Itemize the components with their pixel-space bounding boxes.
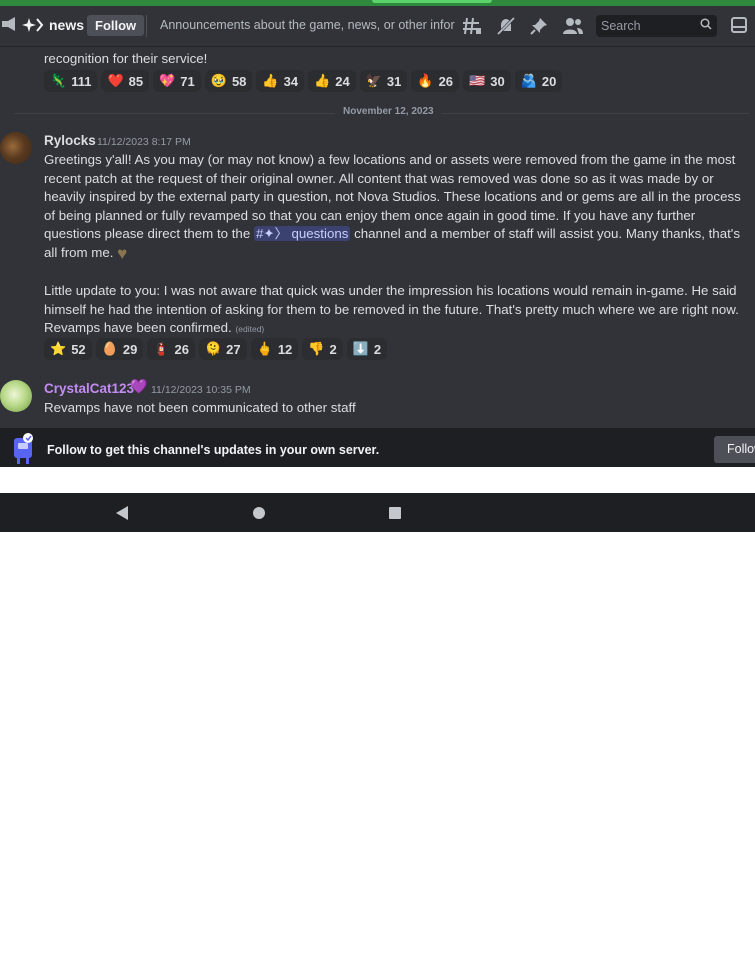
server-follow-icon xyxy=(10,432,38,466)
search-placeholder: Search xyxy=(601,19,641,33)
reaction-emoji-icon: 👎 xyxy=(308,341,325,356)
follow-banner-button[interactable]: Follow xyxy=(714,436,755,463)
rylocks-reactions: ⭐ 52 🥚 29 🧯 26 🫠 27 🖕 12 👎 2 ⬇️ 2 xyxy=(44,338,388,360)
reaction-emoji-icon: 🥚 xyxy=(101,341,118,356)
reaction-button[interactable]: 🧯 26 xyxy=(147,338,195,360)
message-body-crystalcat: Revamps have not been communicated to ot… xyxy=(44,400,356,415)
reaction-button[interactable]: 🦅 31 xyxy=(359,70,408,92)
reaction-count: 31 xyxy=(386,73,402,89)
reaction-emoji-icon: 🧯 xyxy=(153,341,170,356)
reaction-button[interactable]: 🦎 111 xyxy=(44,70,98,92)
reaction-count: 52 xyxy=(71,341,86,357)
reaction-emoji-icon: 🦅 xyxy=(365,73,382,88)
previous-message-reactions: 🦎 111 ❤️ 85 💖 71 🥹 58 👍 34 👍 24 🦅 31 🔥 26 🇺🇸 30 🫂 20 xyxy=(44,70,563,92)
avatar-crystalcat[interactable] xyxy=(0,380,32,412)
reaction-button[interactable]: ❤️ 85 xyxy=(101,70,150,92)
reaction-button[interactable]: 🔥 26 xyxy=(411,70,460,92)
reaction-emoji-icon: 🖕 xyxy=(256,341,273,356)
purple-heart-badge-icon: 💜 xyxy=(130,378,148,394)
avatar-rylocks[interactable] xyxy=(0,132,32,164)
android-nav-bar xyxy=(0,493,755,532)
reaction-button[interactable]: 🫠 27 xyxy=(198,338,247,360)
reaction-button[interactable]: ⭐ 52 xyxy=(44,338,92,360)
members-icon[interactable] xyxy=(562,16,583,36)
author-crystalcat[interactable]: CrystalCat123 xyxy=(44,381,134,396)
previous-message-tail: recognition for their service! xyxy=(44,51,208,66)
reaction-count: 71 xyxy=(180,73,195,89)
reaction-emoji-icon: 👍 xyxy=(314,73,331,88)
home-icon[interactable] xyxy=(253,507,265,519)
edited-label: (edited) xyxy=(235,324,265,334)
reaction-count: 27 xyxy=(226,341,241,357)
reaction-button[interactable]: 🥚 29 xyxy=(95,338,144,360)
reaction-emoji-icon: 🦎 xyxy=(50,73,67,88)
reaction-button[interactable]: 🖕 12 xyxy=(250,338,299,360)
timestamp-crystalcat: 11/12/2023 10:35 PM xyxy=(151,384,251,396)
reaction-count: 29 xyxy=(122,341,138,357)
follow-channel-banner: Follow to get this channel's updates in … xyxy=(0,428,755,467)
reaction-button[interactable]: ⬇️ 2 xyxy=(346,338,388,360)
brown-heart-icon: ♥ xyxy=(117,243,128,263)
follow-banner-text: Follow to get this channel's updates in … xyxy=(47,443,380,457)
reaction-count: 2 xyxy=(373,341,382,357)
reaction-button[interactable]: 👎 2 xyxy=(302,338,343,360)
reaction-count: 26 xyxy=(174,341,189,357)
reaction-emoji-icon: 🫂 xyxy=(520,73,537,88)
discord-app: news Follow Announcements about the game… xyxy=(0,6,755,467)
reaction-emoji-icon: 💖 xyxy=(159,73,176,88)
header-divider xyxy=(146,15,147,37)
threads-icon[interactable] xyxy=(462,16,482,36)
reaction-count: 34 xyxy=(283,73,299,89)
recents-icon[interactable] xyxy=(389,507,401,519)
author-rylocks[interactable]: Rylocks xyxy=(44,133,96,148)
reaction-count: 2 xyxy=(329,341,337,357)
reaction-emoji-icon: ⭐ xyxy=(50,341,67,356)
reaction-button[interactable]: 🫂 20 xyxy=(514,70,563,92)
reaction-count: 30 xyxy=(490,73,505,89)
pin-icon[interactable] xyxy=(529,16,549,36)
reaction-count: 26 xyxy=(438,73,454,89)
channel-header: news Follow Announcements about the game… xyxy=(0,6,755,47)
reaction-count: 58 xyxy=(231,73,247,89)
timestamp-rylocks: 11/12/2023 8:17 PM xyxy=(97,136,191,148)
reaction-emoji-icon: 🥹 xyxy=(210,73,227,88)
reaction-emoji-icon: ❤️ xyxy=(107,73,124,88)
reaction-emoji-icon: 🇺🇸 xyxy=(469,73,486,88)
megaphone-icon xyxy=(0,16,20,36)
reaction-count: 20 xyxy=(541,73,557,89)
status-pill xyxy=(372,0,492,3)
reaction-count: 12 xyxy=(277,341,293,357)
message-text-update: Little update to you: I was not aware th… xyxy=(44,283,739,335)
reaction-emoji-icon: 🔥 xyxy=(417,73,434,88)
header-follow-button[interactable]: Follow xyxy=(87,15,145,36)
search-input[interactable]: Search xyxy=(596,15,717,37)
reaction-button[interactable]: 👍 34 xyxy=(256,70,305,92)
search-icon xyxy=(700,18,712,33)
message-body-rylocks: Greetings y'all! As you may (or may not … xyxy=(44,151,744,263)
inbox-icon[interactable] xyxy=(731,17,747,33)
reaction-button[interactable]: 💖 71 xyxy=(153,70,201,92)
reaction-button[interactable]: 👍 24 xyxy=(308,70,356,92)
back-icon[interactable] xyxy=(116,506,128,520)
date-divider: November 12, 2023 xyxy=(0,106,755,117)
sparkle-chevron-icon xyxy=(22,16,44,36)
message-body-rylocks-update: Little update to you: I was not aware th… xyxy=(44,282,744,339)
reaction-emoji-icon: 🫠 xyxy=(204,341,222,356)
reaction-count: 24 xyxy=(335,73,350,89)
reaction-count: 85 xyxy=(128,73,144,89)
reaction-button[interactable]: 🥹 58 xyxy=(204,70,253,92)
date-divider-label: November 12, 2023 xyxy=(335,106,442,117)
mute-bell-icon[interactable] xyxy=(496,16,516,36)
reaction-button[interactable]: 🇺🇸 30 xyxy=(463,70,511,92)
reaction-emoji-icon: 👍 xyxy=(262,73,279,88)
reaction-count: 111 xyxy=(71,73,92,89)
reaction-emoji-icon: ⬇️ xyxy=(352,341,369,356)
channel-name: news xyxy=(49,17,85,33)
channel-mention-questions[interactable]: #✦〉 questions xyxy=(253,226,351,241)
channel-topic[interactable]: Announcements about the game, news, or o… xyxy=(160,18,455,32)
